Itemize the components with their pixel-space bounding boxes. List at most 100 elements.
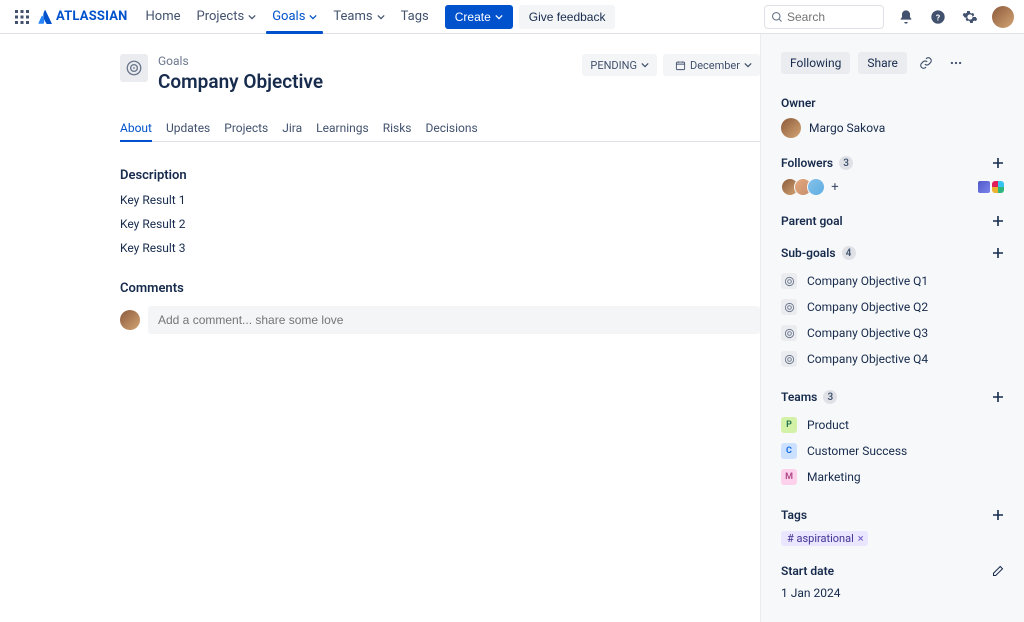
add-parent-goal-button[interactable] (992, 215, 1004, 227)
chevron-down-icon (248, 13, 256, 21)
chevron-down-icon (309, 13, 317, 21)
add-subgoal-button[interactable] (992, 247, 1004, 259)
subgoal-row[interactable]: Company Objective Q4 (781, 346, 1004, 372)
comment-composer (120, 306, 760, 334)
owner-avatar (781, 118, 801, 138)
description-item: Key Result 1 (120, 193, 760, 207)
description-heading: Description (120, 168, 760, 183)
team-icon: P (781, 417, 797, 433)
team-row[interactable]: P Product (781, 412, 1004, 438)
tabs: About Updates Projects Jira Learnings Ri… (120, 121, 760, 142)
follower-avatar (807, 178, 825, 196)
team-name: Customer Success (807, 444, 907, 458)
follower-avatars[interactable]: + (781, 178, 843, 196)
copy-link-icon[interactable] (915, 52, 937, 74)
share-button[interactable]: Share (858, 52, 907, 74)
followers-label: Followers (781, 156, 833, 170)
parent-goal-label: Parent goal (781, 214, 843, 228)
status-pill[interactable]: PENDING (582, 54, 657, 76)
goal-icon (781, 273, 797, 289)
description-item: Key Result 3 (120, 241, 760, 255)
owner-name: Margo Sakova (809, 121, 885, 135)
goal-icon (120, 54, 148, 82)
search-icon (771, 11, 783, 23)
atlassian-logo[interactable]: ATLASSIAN (38, 9, 128, 24)
tab-projects[interactable]: Projects (224, 121, 268, 141)
tab-about[interactable]: About (120, 121, 152, 141)
subgoal-name: Company Objective Q2 (807, 300, 928, 314)
nav-goals[interactable]: Goals (264, 0, 325, 33)
help-icon[interactable]: ? (928, 7, 948, 27)
teams-count: 3 (823, 390, 837, 404)
page-header: Goals Company Objective PENDING December (120, 54, 760, 93)
chevron-down-icon (641, 61, 649, 69)
following-button[interactable]: Following (781, 52, 850, 74)
subgoal-name: Company Objective Q4 (807, 352, 928, 366)
add-tag-button[interactable] (992, 509, 1004, 521)
chevron-down-icon (377, 13, 385, 21)
create-button[interactable]: Create (445, 5, 513, 29)
tab-decisions[interactable]: Decisions (425, 121, 477, 141)
feedback-button[interactable]: Give feedback (519, 5, 616, 29)
settings-icon[interactable] (960, 7, 980, 27)
owner-row[interactable]: Margo Sakova (781, 118, 1004, 138)
teams-integration-icon[interactable] (978, 181, 990, 193)
nav-home[interactable]: Home (138, 0, 189, 33)
add-team-button[interactable] (992, 391, 1004, 403)
team-row[interactable]: CCustomer Success (781, 438, 1004, 464)
remove-tag-icon[interactable]: × (858, 532, 864, 545)
subgoal-row[interactable]: Company Objective Q2 (781, 294, 1004, 320)
nav-projects[interactable]: Projects (189, 0, 265, 33)
app-switcher-icon[interactable] (10, 5, 34, 29)
team-row[interactable]: MMarketing (781, 464, 1004, 490)
tab-learnings[interactable]: Learnings (316, 121, 369, 141)
slack-integration-icon[interactable] (992, 181, 1004, 193)
description-item: Key Result 2 (120, 217, 760, 231)
user-avatar[interactable] (992, 6, 1014, 28)
goal-icon (781, 351, 797, 367)
subgoals-count: 4 (842, 246, 856, 260)
start-date-value: 1 Jan 2024 (781, 586, 1004, 600)
brand-text: ATLASSIAN (56, 9, 128, 24)
subgoal-row[interactable]: Company Objective Q1 (781, 268, 1004, 294)
nav-tags[interactable]: Tags (393, 0, 437, 33)
svg-text:?: ? (936, 13, 940, 23)
breadcrumb[interactable]: Goals (158, 54, 323, 68)
main-content: Goals Company Objective PENDING December… (0, 34, 760, 622)
subgoal-name: Company Objective Q3 (807, 326, 928, 340)
tag-chip[interactable]: # aspirational × (781, 531, 868, 546)
nav-teams[interactable]: Teams (325, 0, 392, 33)
subgoals-label: Sub-goals (781, 246, 836, 260)
notifications-icon[interactable] (896, 7, 916, 27)
sidebar-actions: Following Share (781, 52, 1004, 74)
main-nav: Home Projects Goals Teams Tags (138, 0, 437, 33)
tab-jira[interactable]: Jira (282, 121, 302, 141)
right-sidebar: Following Share Owner Margo Sakova Follo… (760, 34, 1024, 622)
teams-label: Teams (781, 390, 817, 404)
goal-icon (781, 325, 797, 341)
chevron-down-icon (744, 61, 752, 69)
integrations (978, 181, 1004, 193)
followers-count: 3 (839, 156, 853, 170)
more-icon[interactable] (945, 52, 967, 74)
owner-label: Owner (781, 96, 1004, 110)
search-input[interactable] (787, 10, 872, 24)
edit-start-date-icon[interactable] (992, 565, 1004, 577)
comment-input[interactable] (148, 306, 760, 334)
team-icon: M (781, 469, 797, 485)
due-date-pill[interactable]: December (663, 54, 760, 76)
current-user-avatar (120, 310, 140, 330)
tab-risks[interactable]: Risks (383, 121, 412, 141)
search-input-wrapper[interactable] (764, 5, 884, 29)
tags-label: Tags (781, 508, 807, 522)
page-title: Company Objective (158, 70, 323, 93)
subgoal-row[interactable]: Company Objective Q3 (781, 320, 1004, 346)
tab-updates[interactable]: Updates (166, 121, 210, 141)
subgoal-name: Company Objective Q1 (807, 274, 928, 288)
start-date-label: Start date (781, 564, 834, 578)
add-follower-inline[interactable]: + (827, 179, 843, 195)
chevron-down-icon (495, 13, 503, 21)
team-name: Product (807, 418, 849, 432)
top-bar: ATLASSIAN Home Projects Goals Teams Tags… (0, 0, 1024, 34)
add-follower-button[interactable] (992, 157, 1004, 169)
